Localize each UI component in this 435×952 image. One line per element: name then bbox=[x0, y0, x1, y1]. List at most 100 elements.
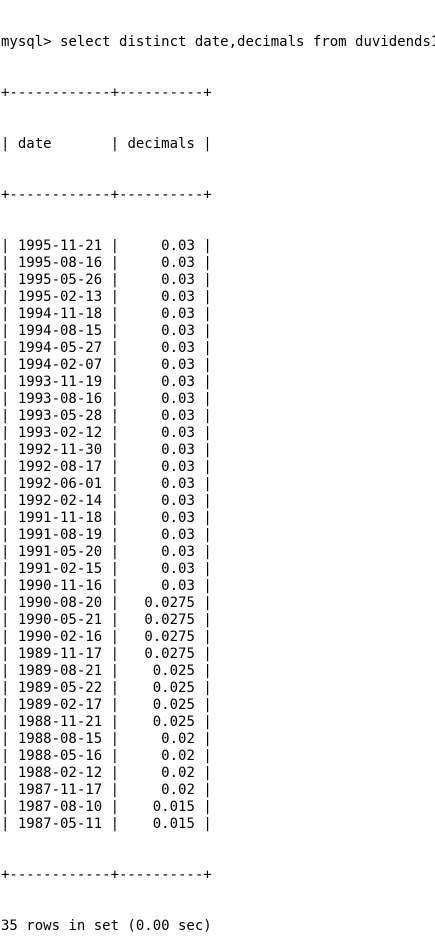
table-row: | 1988-11-21 | 0.025 | bbox=[1, 714, 212, 730]
cell-padding bbox=[127, 765, 161, 781]
table-row: | 1991-08-19 | 0.03 | bbox=[1, 527, 212, 543]
cell-date: 1992-02-14 bbox=[17, 493, 103, 509]
cell-decimals: 0.03 bbox=[161, 561, 195, 577]
table-row: | 1994-05-27 | 0.03 | bbox=[1, 340, 212, 356]
cell-padding bbox=[127, 272, 161, 288]
cell-date: 1990-02-16 bbox=[17, 629, 103, 645]
cell-padding bbox=[127, 442, 161, 458]
cell-padding bbox=[127, 697, 152, 713]
cell-decimals: 0.03 bbox=[161, 374, 195, 390]
cell-decimals: 0.03 bbox=[161, 544, 195, 560]
cell-padding bbox=[127, 306, 161, 322]
table-row: | 1995-08-16 | 0.03 | bbox=[1, 255, 212, 271]
cell-decimals: 0.03 bbox=[161, 442, 195, 458]
cell-date: 1991-05-20 bbox=[17, 544, 103, 560]
table-row: | 1993-11-19 | 0.03 | bbox=[1, 374, 212, 390]
cell-padding bbox=[127, 289, 161, 305]
cell-date: 1993-02-12 bbox=[17, 425, 103, 441]
table-row: | 1995-05-26 | 0.03 | bbox=[1, 272, 212, 288]
cell-date: 1990-08-20 bbox=[17, 595, 103, 611]
cell-date: 1994-08-15 bbox=[17, 323, 103, 339]
cell-padding bbox=[127, 323, 161, 339]
cell-date: 1989-02-17 bbox=[17, 697, 103, 713]
table-row: | 1987-05-11 | 0.015 | bbox=[1, 816, 212, 832]
cell-decimals: 0.025 bbox=[152, 714, 195, 730]
cell-date: 1990-05-21 bbox=[17, 612, 103, 628]
cell-decimals: 0.03 bbox=[161, 340, 195, 356]
cell-decimals: 0.03 bbox=[161, 459, 195, 475]
cell-date: 1992-08-17 bbox=[17, 459, 103, 475]
table-row: | 1990-11-16 | 0.03 | bbox=[1, 578, 212, 594]
cell-decimals: 0.03 bbox=[161, 238, 195, 254]
cell-padding bbox=[127, 476, 161, 492]
result-summary: 35 rows in set (0.00 sec) bbox=[1, 918, 212, 934]
table-row: | 1994-02-07 | 0.03 | bbox=[1, 357, 212, 373]
table-row: | 1990-08-20 | 0.0275 | bbox=[1, 595, 212, 611]
cell-padding bbox=[127, 425, 161, 441]
cell-padding bbox=[127, 561, 161, 577]
cell-decimals: 0.0275 bbox=[144, 612, 195, 628]
cell-padding bbox=[127, 459, 161, 475]
table-row: | 1991-11-18 | 0.03 | bbox=[1, 510, 212, 526]
header-decimals: decimals bbox=[127, 136, 195, 152]
cell-date: 1992-11-30 bbox=[17, 442, 103, 458]
cell-padding bbox=[127, 595, 144, 611]
table-row: | 1992-11-30 | 0.03 | bbox=[1, 442, 212, 458]
table-row: | 1988-02-12 | 0.02 | bbox=[1, 765, 212, 781]
cell-padding bbox=[127, 629, 144, 645]
cell-padding bbox=[127, 391, 161, 407]
table-row: | 1994-08-15 | 0.03 | bbox=[1, 323, 212, 339]
cell-date: 1995-05-26 bbox=[17, 272, 103, 288]
cell-decimals: 0.025 bbox=[152, 697, 195, 713]
cell-date: 1987-08-10 bbox=[17, 799, 103, 815]
cell-date: 1988-02-12 bbox=[17, 765, 103, 781]
mysql-prompt: mysql> bbox=[1, 34, 61, 50]
cell-date: 1993-05-28 bbox=[17, 408, 103, 424]
cell-padding bbox=[127, 748, 161, 764]
table-row: | 1988-08-15 | 0.02 | bbox=[1, 731, 212, 747]
table-row: | 1988-05-16 | 0.02 | bbox=[1, 748, 212, 764]
table-row: | 1994-11-18 | 0.03 | bbox=[1, 306, 212, 322]
table-row: | 1992-02-14 | 0.03 | bbox=[1, 493, 212, 509]
cell-decimals: 0.03 bbox=[161, 527, 195, 543]
cell-date: 1988-08-15 bbox=[17, 731, 103, 747]
cell-padding bbox=[127, 238, 161, 254]
cell-decimals: 0.03 bbox=[161, 425, 195, 441]
cell-decimals: 0.03 bbox=[161, 357, 195, 373]
cell-padding bbox=[127, 493, 161, 509]
table-row: | 1987-08-10 | 0.015 | bbox=[1, 799, 212, 815]
cell-date: 1992-06-01 bbox=[17, 476, 103, 492]
table-row: | 1993-05-28 | 0.03 | bbox=[1, 408, 212, 424]
cell-date: 1989-11-17 bbox=[17, 646, 103, 662]
table-row: | 1991-05-20 | 0.03 | bbox=[1, 544, 212, 560]
cell-date: 1991-11-18 bbox=[17, 510, 103, 526]
table-row: | 1995-11-21 | 0.03 | bbox=[1, 238, 212, 254]
cell-padding bbox=[127, 527, 161, 543]
cell-decimals: 0.03 bbox=[161, 255, 195, 271]
cell-decimals: 0.03 bbox=[161, 408, 195, 424]
cell-decimals: 0.03 bbox=[161, 493, 195, 509]
table-row: | 1991-02-15 | 0.03 | bbox=[1, 561, 212, 577]
cell-date: 1993-11-19 bbox=[17, 374, 103, 390]
cell-decimals: 0.0275 bbox=[144, 595, 195, 611]
cell-padding bbox=[127, 544, 161, 560]
cell-decimals: 0.03 bbox=[161, 510, 195, 526]
cell-padding bbox=[127, 799, 152, 815]
cell-padding bbox=[127, 510, 161, 526]
terminal-output[interactable]: mysql> select distinct date,decimals fro… bbox=[1, 0, 435, 934]
cell-date: 1987-11-17 bbox=[17, 782, 103, 798]
cell-decimals: 0.03 bbox=[161, 272, 195, 288]
cell-padding bbox=[127, 663, 152, 679]
cell-date: 1989-08-21 bbox=[17, 663, 103, 679]
cell-date: 1988-11-21 bbox=[17, 714, 103, 730]
cell-decimals: 0.02 bbox=[161, 731, 195, 747]
cell-date: 1991-08-19 bbox=[17, 527, 103, 543]
cell-decimals: 0.03 bbox=[161, 476, 195, 492]
cell-date: 1989-05-22 bbox=[17, 680, 103, 696]
cell-decimals: 0.03 bbox=[161, 578, 195, 594]
cell-padding bbox=[127, 782, 161, 798]
table-row: | 1992-08-17 | 0.03 | bbox=[1, 459, 212, 475]
cell-padding bbox=[127, 816, 152, 832]
cell-decimals: 0.0275 bbox=[144, 646, 195, 662]
cell-decimals: 0.02 bbox=[161, 765, 195, 781]
